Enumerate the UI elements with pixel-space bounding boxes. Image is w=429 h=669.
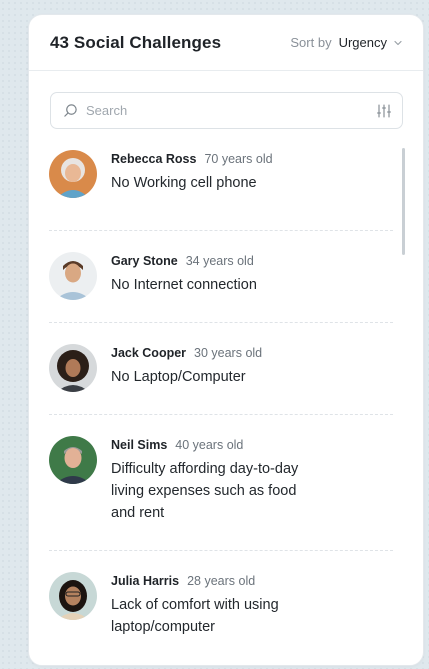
avatar <box>49 344 97 392</box>
search-input[interactable] <box>86 103 376 118</box>
avatar <box>49 150 97 198</box>
list-item[interactable]: Julia Harris 28 years old Lack of comfor… <box>29 550 423 660</box>
filter-sliders-icon[interactable] <box>376 103 392 119</box>
social-challenges-panel: 43 Social Challenges Sort by Urgency Sea… <box>28 14 424 666</box>
person-age: 40 years old <box>175 438 244 452</box>
avatar <box>49 572 97 620</box>
avatar <box>49 252 97 300</box>
list-item[interactable]: Rebecca Ross 70 years old No Working cel… <box>29 142 423 230</box>
scrollbar[interactable] <box>402 148 405 255</box>
person-age: 34 years old <box>185 254 254 268</box>
challenge-text: No Working cell phone <box>111 175 257 191</box>
search-icon <box>64 104 77 117</box>
challenge-text: No Internet connection <box>111 277 257 293</box>
person-age: 28 years old <box>187 574 256 588</box>
person-name: Neil Sims <box>111 438 168 452</box>
person-name: Rebecca Ross <box>111 152 197 166</box>
panel-header: 43 Social Challenges Sort by Urgency <box>29 15 423 71</box>
list-item[interactable]: Jack Cooper 30 years old No Laptop/Compu… <box>29 322 423 414</box>
sort-label: Sort by <box>290 35 332 50</box>
person-name: Gary Stone <box>111 254 178 268</box>
list-item[interactable]: Gary Stone 34 years old No Internet conn… <box>29 230 423 322</box>
person-age: 70 years old <box>204 152 273 166</box>
panel-title: 43 Social Challenges <box>50 32 222 52</box>
challenge-text: Difficulty affording day-to-day living e… <box>111 461 299 521</box>
person-name: Julia Harris <box>111 574 180 588</box>
challenge-text: Lack of comfort with using laptop/comput… <box>111 597 279 635</box>
challenge-text: No Laptop/Computer <box>111 369 246 385</box>
search-bar <box>50 92 403 129</box>
challenge-list: Rebecca Ross 70 years old No Working cel… <box>29 142 423 660</box>
person-age: 30 years old <box>194 346 263 360</box>
sort-dropdown[interactable]: Sort by Urgency <box>290 35 403 50</box>
chevron-down-icon <box>394 40 402 45</box>
sort-value: Urgency <box>338 35 387 50</box>
list-item[interactable]: Neil Sims 40 years old Difficulty afford… <box>29 414 423 550</box>
avatar <box>49 436 97 484</box>
person-name: Jack Cooper <box>111 346 187 360</box>
